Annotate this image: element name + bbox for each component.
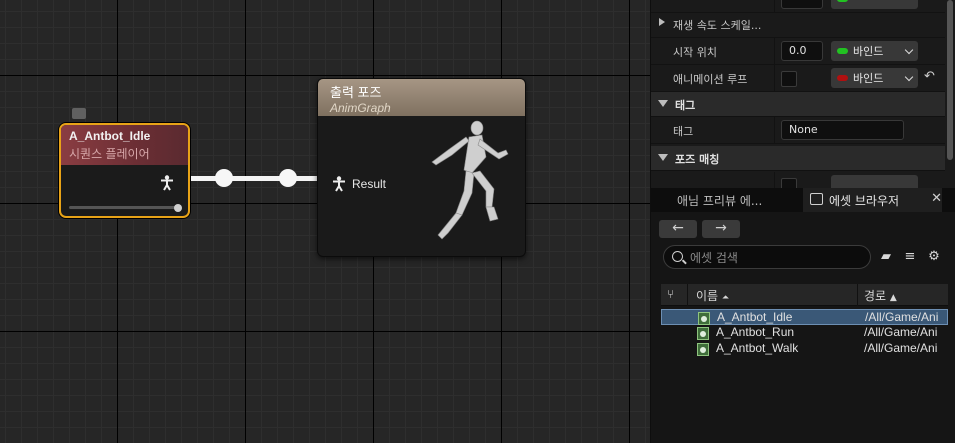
column-path-header[interactable]: 경로 ▲: [864, 287, 897, 304]
pose-input-pin-icon: [333, 176, 345, 192]
tab-anim-preview-editor[interactable]: 애님 프리뷰 에...: [669, 188, 770, 212]
running-mannequin-icon: [431, 120, 509, 240]
chevron-down-icon: [904, 45, 914, 54]
pose-output-pin-icon[interactable]: [160, 175, 174, 194]
collapse-arrow-icon[interactable]: [658, 154, 668, 161]
forward-button[interactable]: →: [702, 220, 740, 238]
animation-sequence-icon: [698, 312, 710, 325]
details-panel: 재생 속도 스케일... 시작 위치 0.0 바인드 애니메이션 루프 바인드 …: [650, 0, 955, 188]
category-pose-matching-label: 포즈 매칭: [675, 153, 720, 166]
column-name-header[interactable]: 이름 ⏶: [696, 287, 729, 304]
expand-arrow-icon[interactable]: [659, 18, 665, 26]
partial-bind-button[interactable]: [831, 175, 918, 188]
asset-search-input[interactable]: 에셋 검색: [663, 245, 871, 269]
asset-name: A_Antbot_Run: [716, 325, 795, 339]
output-node-header: 출력 포즈 AnimGraph: [318, 79, 525, 116]
pose-wire[interactable]: [178, 176, 328, 181]
sort-indicator-icon: ⏶: [721, 293, 730, 303]
collapse-arrow-icon[interactable]: [658, 100, 668, 107]
playback-position-knob[interactable]: [174, 204, 182, 212]
sequence-node-title: A_Antbot_Idle: [69, 129, 151, 143]
playback-position-slider[interactable]: [69, 206, 179, 209]
category-tag[interactable]: 태그: [651, 92, 945, 117]
settings-gear-icon[interactable]: ⚙: [926, 249, 942, 265]
asset-path: /All/Game/Ani: [865, 310, 939, 324]
animation-sequence-icon: [697, 343, 709, 356]
asset-row[interactable]: A_Antbot_Idle /All/Game/Ani: [661, 309, 948, 325]
details-row-tag: 태그 None: [651, 117, 945, 144]
loop-animation-label: 애니메이션 루프: [673, 73, 748, 86]
reset-to-default-icon[interactable]: ↶: [924, 69, 935, 84]
column-divider: [774, 172, 775, 188]
binding-dot: [837, 0, 848, 2]
partial-number-field[interactable]: [781, 0, 823, 9]
column-divider: [774, 65, 775, 91]
tag-label: 태그: [673, 125, 694, 138]
source-control-icon[interactable]: ⑂: [667, 287, 674, 301]
anim-graph-canvas[interactable]: A_Antbot_Idle 시퀀스 플레이어 출력 포즈 AnimGraph R…: [0, 0, 650, 443]
category-pose-matching[interactable]: 포즈 매칭: [651, 146, 945, 171]
partial-bind-button[interactable]: [831, 0, 918, 9]
tab-asset-browser[interactable]: 에셋 브라우저: [803, 188, 942, 212]
animation-sequence-icon: [697, 327, 709, 340]
sequence-node-subtitle: 시퀀스 플레이어: [69, 147, 150, 161]
result-input-pin[interactable]: Result: [332, 176, 386, 192]
details-scrollbar[interactable]: [947, 0, 953, 160]
column-separator[interactable]: [857, 284, 858, 306]
asset-name: A_Antbot_Walk: [716, 341, 799, 355]
search-placeholder: 에셋 검색: [690, 251, 738, 265]
details-row-partial-bottom: [651, 172, 945, 188]
close-tab-icon[interactable]: ✕: [931, 191, 942, 206]
asset-path: /All/Game/Ani: [864, 341, 938, 355]
asset-browser-tab-icon: [810, 193, 823, 205]
loop-animation-bind-button[interactable]: 바인드: [831, 68, 918, 88]
partial-checkbox[interactable]: [781, 178, 797, 188]
sort-arrow-icon: ▲: [889, 293, 897, 303]
details-row-play-rate-scale[interactable]: 재생 속도 스케일...: [651, 11, 945, 38]
output-pose-node[interactable]: 출력 포즈 AnimGraph Result: [317, 78, 526, 257]
details-row-loop-animation: 애니메이션 루프 바인드 ↶: [651, 65, 945, 92]
tab-asset-browser-label: 에셋 브라우저: [829, 194, 900, 208]
asset-row[interactable]: A_Antbot_Run /All/Game/Ani: [661, 325, 948, 341]
comment-bubble-icon[interactable]: [72, 108, 86, 119]
category-tag-label: 태그: [675, 99, 696, 112]
asset-row[interactable]: A_Antbot_Walk /All/Game/Ani: [661, 341, 948, 357]
tag-value-field[interactable]: None: [781, 120, 904, 140]
output-node-subtitle: AnimGraph: [330, 101, 391, 115]
back-button[interactable]: ←: [659, 220, 697, 238]
play-rate-scale-label: 재생 속도 스케일...: [673, 19, 762, 32]
details-row-start-position: 시작 위치 0.0 바인드: [651, 38, 945, 65]
start-position-label: 시작 위치: [673, 46, 717, 59]
folder-icon[interactable]: ▰: [878, 249, 894, 265]
filter-icon[interactable]: ≡: [902, 249, 918, 265]
asset-path: /All/Game/Ani: [864, 325, 938, 339]
asset-name: A_Antbot_Idle: [717, 310, 793, 324]
column-separator[interactable]: [687, 284, 688, 306]
sequence-node-header: A_Antbot_Idle 시퀀스 플레이어: [61, 125, 188, 165]
column-divider: [774, 38, 775, 64]
asset-browser-panel: 애님 프리뷰 에... 에셋 브라우저 ✕ ← → 에셋 검색 ▰ ≡ ⚙ ⑂ …: [650, 188, 955, 443]
binding-status-dot: [837, 75, 848, 81]
column-path-label: 경로: [864, 289, 887, 303]
reroute-node-1[interactable]: [215, 169, 233, 187]
search-icon: [672, 251, 683, 262]
bind-button-label: 바인드: [853, 72, 884, 85]
start-position-field[interactable]: 0.0: [781, 41, 823, 61]
start-position-bind-button[interactable]: 바인드: [831, 41, 918, 61]
panel-tab-bar: 애님 프리뷰 에... 에셋 브라우저 ✕: [651, 188, 955, 212]
binding-status-dot: [837, 48, 848, 54]
output-node-title: 출력 포즈: [330, 85, 382, 100]
column-divider: [774, 117, 775, 143]
result-pin-label: Result: [352, 177, 387, 191]
loop-animation-checkbox[interactable]: [781, 71, 797, 87]
sequence-player-node[interactable]: A_Antbot_Idle 시퀀스 플레이어: [59, 123, 190, 218]
bind-button-label: 바인드: [853, 45, 884, 58]
column-name-label: 이름: [696, 289, 719, 303]
asset-table-header: ⑂ 이름 ⏶ 경로 ▲: [661, 284, 948, 306]
reroute-node-2[interactable]: [279, 169, 297, 187]
chevron-down-icon: [904, 72, 914, 81]
